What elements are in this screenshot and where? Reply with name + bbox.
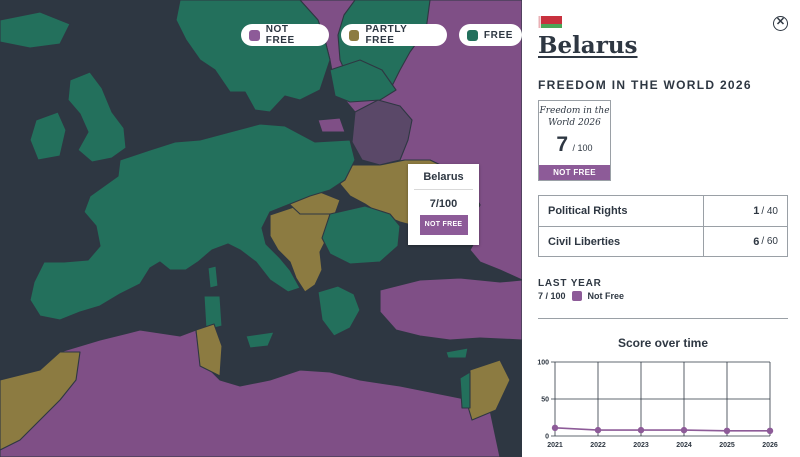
- legend-not-free-label: NOT FREE: [265, 24, 295, 46]
- score-value: 7: [556, 133, 569, 156]
- last-year-status-swatch-icon: [571, 291, 582, 301]
- rights-table: Political Rights 1 / 40 Civil Liberties …: [538, 195, 788, 257]
- score-card-score: 7 / 100: [539, 133, 610, 157]
- country-title[interactable]: Belarus: [538, 32, 638, 59]
- last-year-label: LAST YEAR: [538, 278, 602, 289]
- map-region-kaliningrad: [317, 117, 346, 133]
- tooltip-score: 7/100: [429, 198, 458, 210]
- close-icon[interactable]: ✕: [773, 16, 788, 31]
- legend-free[interactable]: FREE: [458, 24, 522, 46]
- map-legend: NOT FREE PARTLY FREE FREE: [241, 24, 522, 46]
- map-region-israel: [459, 371, 471, 409]
- score-card-title-line1: Freedom in the: [539, 106, 610, 116]
- rights-row-civil[interactable]: Civil Liberties 6 / 60: [539, 226, 787, 256]
- chart-y-tick-label: 50: [541, 397, 549, 404]
- legend-not-free[interactable]: NOT FREE: [241, 24, 329, 46]
- chart-title: Score over time: [617, 336, 709, 350]
- score-card-title: Freedom in the World 2026: [539, 105, 610, 129]
- chart-y-tick-label: 0: [545, 434, 549, 441]
- free-swatch-icon: [466, 29, 478, 41]
- map-region-turkey: [379, 277, 522, 341]
- chart-series-line: [554, 427, 770, 432]
- chart-data-point: [594, 426, 602, 434]
- chart-data-point: [551, 424, 559, 432]
- chart-x-tick-label: 2025: [719, 442, 735, 449]
- last-year-score: 7 / 100: [538, 291, 566, 301]
- chart-x-tick-label: 2024: [676, 442, 692, 449]
- civil-liberties-label: Civil Liberties: [548, 235, 621, 248]
- map-region-corsica: [207, 265, 219, 289]
- map-region-romania: [321, 205, 401, 265]
- political-rights-out-of: / 40: [761, 205, 778, 217]
- chart-data-point: [723, 427, 731, 435]
- legend-free-label: FREE: [483, 29, 513, 41]
- score-chart: 0 50 100 2021 2022 2023 2024 2025 2026: [537, 360, 778, 450]
- chart-x-tick-label: 2022: [590, 442, 606, 449]
- chart-data-point: [680, 426, 688, 434]
- legend-partly-free[interactable]: PARTLY FREE: [340, 24, 447, 46]
- rights-row-political[interactable]: Political Rights 1 / 40: [539, 196, 787, 226]
- chart-x-tick-label: 2026: [762, 442, 778, 449]
- not-free-swatch-icon: [249, 29, 260, 41]
- last-year-status: Not Free: [587, 291, 625, 301]
- civil-liberties-score: 6: [753, 235, 760, 248]
- report-title: FREEDOM IN THE WORLD 2026: [538, 78, 752, 92]
- score-status-badge: NOT FREE: [539, 165, 610, 180]
- tooltip-country: Belarus: [423, 171, 464, 183]
- political-rights-value: 1 / 40: [703, 196, 787, 226]
- civil-liberties-out-of: / 60: [761, 236, 778, 247]
- legend-partly-free-label: PARTLY FREE: [365, 24, 408, 46]
- political-rights-score: 1: [753, 205, 760, 217]
- score-card: Freedom in the World 2026 7 / 100 NOT FR…: [538, 100, 611, 181]
- tooltip-status-badge: NOT FREE: [419, 215, 468, 235]
- score-out-of: / 100: [572, 143, 593, 153]
- map-tooltip: Belarus 7/100 NOT FREE: [408, 164, 479, 245]
- political-rights-label: Political Rights: [548, 205, 628, 217]
- world-map[interactable]: NOT FREE PARTLY FREE FREE Belarus 7/100 …: [0, 0, 522, 457]
- chart-data-point: [766, 427, 774, 435]
- chart-y-tick-label: 100: [537, 360, 549, 367]
- chart-data-point: [637, 426, 645, 434]
- civil-liberties-value: 6 / 60: [703, 227, 787, 256]
- partly-free-swatch-icon: [348, 29, 360, 41]
- panel-divider: [538, 318, 788, 319]
- chart-x-tick-label: 2021: [547, 442, 563, 449]
- score-card-title-line2: World 2026: [548, 118, 601, 128]
- last-year-row: 7 / 100 Not Free: [538, 291, 624, 301]
- tooltip-divider: [414, 189, 473, 190]
- country-panel: ✕ Belarus FREEDOM IN THE WORLD 2026 Free…: [522, 0, 800, 457]
- belarus-flag-icon: [538, 16, 562, 28]
- chart-x-tick-label: 2023: [633, 442, 649, 449]
